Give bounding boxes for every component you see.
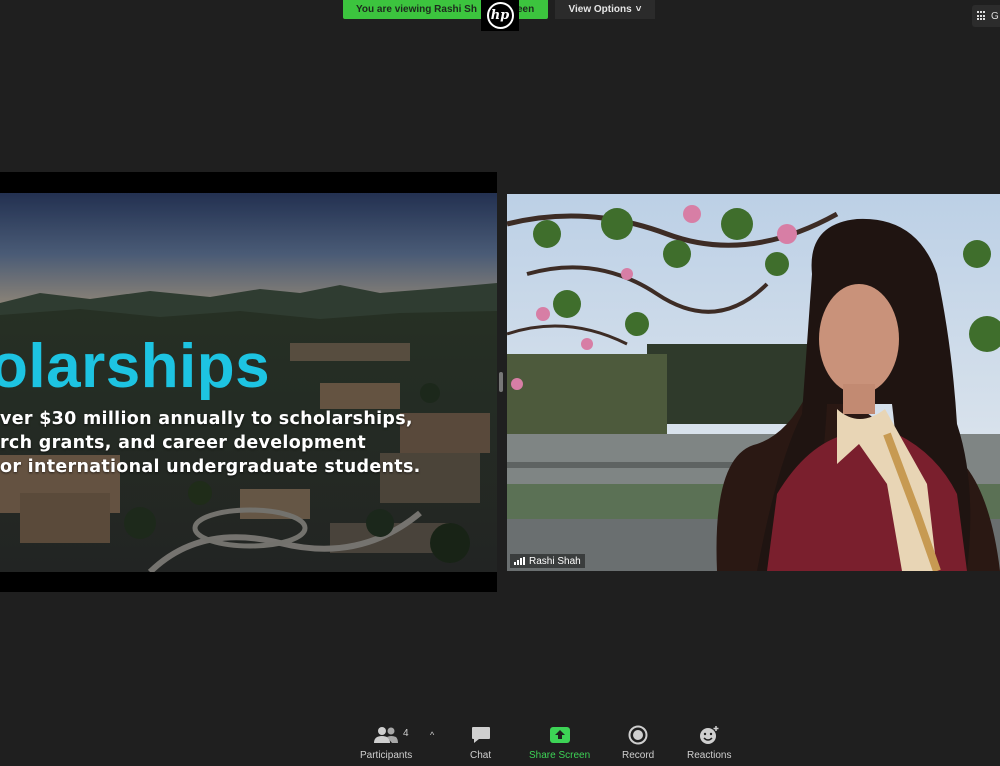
- chat-icon: [471, 724, 491, 746]
- chat-button[interactable]: Chat: [470, 724, 491, 761]
- slide-body: ver $30 million annually to scholarships…: [0, 407, 421, 479]
- gallery-view-label: G: [991, 10, 999, 22]
- reactions-button[interactable]: Reactions: [687, 724, 731, 761]
- share-screen-icon: [549, 724, 571, 746]
- share-screen-label: Share Screen: [529, 750, 591, 761]
- view-options-label: View Options: [568, 4, 632, 15]
- slide-line: or international undergraduate students.: [0, 457, 421, 477]
- chat-label: Chat: [470, 750, 492, 761]
- participant-video[interactable]: Rashi Shah: [507, 194, 1000, 571]
- record-icon: [628, 724, 648, 746]
- reactions-label: Reactions: [687, 750, 732, 761]
- signal-icon: [514, 557, 525, 565]
- participants-icon: [373, 724, 399, 746]
- viewing-banner-suffix: een: [516, 4, 535, 15]
- gallery-view-button[interactable]: G: [972, 5, 1000, 27]
- record-label: Record: [622, 750, 655, 761]
- view-options-button[interactable]: View Options ˅: [555, 0, 655, 19]
- meeting-toolbar: Participants 4 ^ Chat Share Screen Recor…: [0, 716, 1000, 766]
- hp-logo-text: hp: [486, 2, 514, 29]
- record-button[interactable]: Record: [622, 724, 654, 761]
- slide-line: ver $30 million annually to scholarships…: [0, 409, 413, 429]
- viewing-banner-text: You are viewing Rashi Sh: [356, 4, 477, 15]
- participant-name-tag: Rashi Shah: [510, 554, 585, 568]
- share-screen-button[interactable]: Share Screen: [529, 724, 590, 761]
- slide-line: rch grants, and career development: [0, 433, 367, 453]
- participant-name: Rashi Shah: [529, 555, 581, 567]
- split-drag-handle[interactable]: [499, 372, 503, 392]
- participants-count: 4: [403, 728, 409, 739]
- grid-icon: [977, 11, 987, 21]
- participants-label: Participants: [360, 750, 413, 761]
- hp-logo-icon: hp: [481, 0, 519, 31]
- reactions-icon: [698, 724, 720, 746]
- video-feed-image: [507, 194, 1000, 571]
- slide-title: olarships: [0, 332, 271, 401]
- shared-screen: olarships ver $30 million annually to sc…: [0, 172, 497, 592]
- chevron-down-icon: ˅: [635, 4, 642, 15]
- presentation-slide: olarships ver $30 million annually to sc…: [0, 193, 497, 572]
- participants-options-caret[interactable]: ^: [430, 730, 434, 740]
